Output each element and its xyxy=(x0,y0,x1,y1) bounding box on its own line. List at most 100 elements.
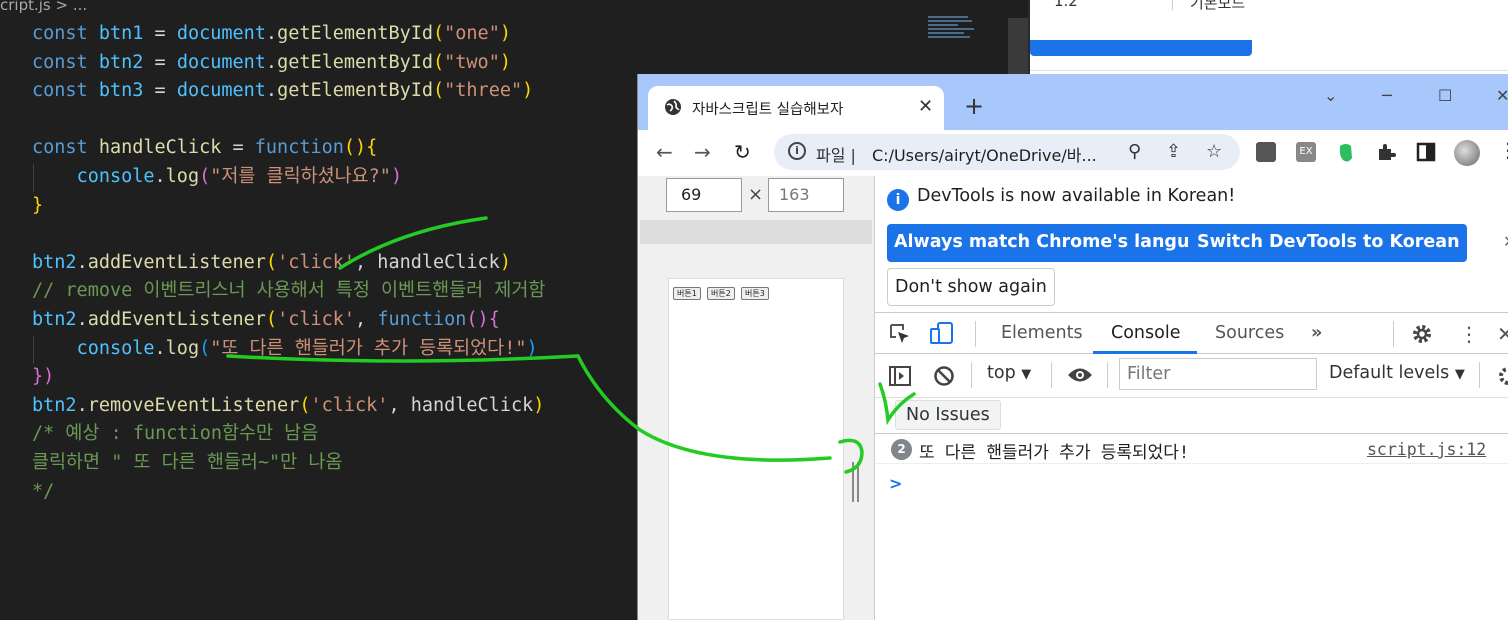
code-line[interactable]: const handleClick = function(){ xyxy=(32,134,545,163)
site-info-icon[interactable]: i xyxy=(788,142,806,160)
chrome-menu-icon[interactable]: ⋮ xyxy=(1498,138,1508,162)
code-line[interactable]: btn2.addEventListener('click', function(… xyxy=(32,306,545,335)
code-line[interactable]: const btn2 = document.getElementById("tw… xyxy=(32,49,545,78)
code-line[interactable]: */ xyxy=(32,478,545,507)
repeat-count-badge: 2 xyxy=(891,439,912,460)
code-token: } xyxy=(32,194,44,216)
tab-elements[interactable]: Elements xyxy=(1001,323,1083,343)
sidebar-toggle-icon[interactable] xyxy=(889,365,911,387)
code-token: }) xyxy=(32,366,55,388)
code-line[interactable]: const btn1 = document.getElementById("on… xyxy=(32,20,545,49)
minimap[interactable] xyxy=(928,16,976,52)
log-levels-select[interactable]: Default levels ▼ xyxy=(1329,363,1465,383)
address-bar[interactable]: i 파일 | C:/Users/airyt/OneDrive/바... ⚲ ⇪ … xyxy=(774,134,1240,170)
console-prompt-icon[interactable]: > xyxy=(889,474,902,493)
code-line[interactable]: btn2.removeEventListener('click', handle… xyxy=(32,392,545,421)
console-filter-input[interactable]: Filter xyxy=(1119,358,1317,390)
editor-scrollbar[interactable] xyxy=(1008,18,1028,74)
reload-icon[interactable]: ↻ xyxy=(734,140,751,164)
log-source-link[interactable]: script.js:12 xyxy=(1367,440,1486,459)
inspect-element-icon[interactable] xyxy=(889,323,911,345)
viewport-width-input[interactable]: 69 xyxy=(666,178,742,212)
clear-console-icon[interactable] xyxy=(933,365,955,387)
breadcrumb[interactable]: cript.js > ... xyxy=(0,0,87,14)
code-line[interactable]: console.log("또 다른 핸들러가 추가 등록되었다!") xyxy=(32,335,545,364)
issues-bar: No Issues xyxy=(875,398,1508,434)
zoom-icon[interactable]: ⚲ xyxy=(1128,141,1141,162)
code-token: , handleClick xyxy=(388,394,534,416)
page-viewport: 69 × 163 버튼1 버튼2 버튼3 xyxy=(638,176,874,620)
tab-console[interactable]: Console xyxy=(1111,323,1180,343)
devtools-menu-icon[interactable]: ⋮ xyxy=(1459,322,1479,346)
settings-gear-icon[interactable] xyxy=(1411,323,1433,345)
code-line[interactable]: const btn3 = document.getElementById("th… xyxy=(32,77,545,106)
code-token: (){ xyxy=(466,308,500,330)
code-token: ( xyxy=(433,23,445,44)
code-line[interactable]: /* 예상 : function함수만 남음 xyxy=(32,420,545,449)
minimize-button[interactable]: ─ xyxy=(1382,86,1392,105)
divider xyxy=(975,321,976,347)
code-line[interactable]: btn2.addEventListener('click', handleCli… xyxy=(32,249,545,278)
code-token: . xyxy=(76,308,88,330)
forward-icon[interactable]: → xyxy=(694,140,711,164)
new-tab-button[interactable]: + xyxy=(964,92,984,120)
page-button-2[interactable]: 버튼2 xyxy=(707,287,735,300)
puzzle-icon[interactable] xyxy=(1376,142,1396,162)
console-settings-gear-icon[interactable] xyxy=(1497,365,1508,387)
bookmark-star-icon[interactable]: ☆ xyxy=(1206,141,1222,162)
console-log-row[interactable]: 2 또 다른 핸들러가 추가 등록되었다! script.js:12 xyxy=(875,434,1508,464)
page-button-3[interactable]: 버튼3 xyxy=(741,287,769,300)
device-toolbar-icon[interactable] xyxy=(929,321,955,347)
tab-sources[interactable]: Sources xyxy=(1215,323,1284,343)
code-line[interactable] xyxy=(32,106,545,135)
always-match-language-button[interactable]: Always match Chrome's language xyxy=(887,224,1233,262)
divider xyxy=(1393,321,1394,347)
code-token: addEventListener xyxy=(87,308,266,330)
code-token: ) xyxy=(499,23,511,44)
code-line[interactable]: } xyxy=(32,192,545,221)
notice-close-icon[interactable]: ✕ xyxy=(1503,232,1508,251)
code-token: = xyxy=(143,80,177,102)
code-token: 클릭하면 " 또 다른 핸들러~"만 나옴 xyxy=(32,451,343,473)
code-line[interactable]: 클릭하면 " 또 다른 핸들러~"만 나옴 xyxy=(32,449,545,478)
code-token: getElementById xyxy=(277,51,433,73)
more-tabs-icon[interactable]: » xyxy=(1311,323,1322,343)
code-token: btn2 xyxy=(32,308,77,330)
close-devtools-icon[interactable]: ✕ xyxy=(1497,322,1508,346)
code-token: ( xyxy=(433,80,445,102)
viewport-height-input[interactable]: 163 xyxy=(768,178,844,212)
code-line[interactable]: // remove 이벤트리스너 사용해서 특정 이벤트핸들러 제거함 xyxy=(32,277,545,306)
page-button-1[interactable]: 버튼1 xyxy=(673,287,701,300)
tab-close-icon[interactable]: ✕ xyxy=(918,96,933,117)
code-lines[interactable]: const btn1 = document.getElementById("on… xyxy=(32,20,545,506)
extension-ex-icon[interactable]: EX xyxy=(1296,142,1316,162)
side-panel-icon[interactable] xyxy=(1416,142,1436,162)
maximize-button[interactable]: ☐ xyxy=(1438,86,1452,105)
avatar[interactable] xyxy=(1454,140,1480,166)
code-token: ) xyxy=(533,394,545,416)
address-url[interactable]: C:/Users/airyt/OneDrive/바... xyxy=(872,142,1097,166)
dont-show-again-button[interactable]: Don't show again xyxy=(887,268,1055,306)
tab-search-icon[interactable]: ⌄ xyxy=(1324,86,1337,105)
code-line[interactable] xyxy=(32,220,545,249)
code-token: removeEventListener xyxy=(87,394,300,416)
close-window-button[interactable]: ✕ xyxy=(1496,86,1508,105)
divider xyxy=(1051,362,1052,388)
browser-tab[interactable]: 자바스크립트 실습해보자 ✕ xyxy=(648,86,944,130)
code-line[interactable]: }) xyxy=(32,363,545,392)
code-line[interactable]: console.log("저를 클릭하셨나요?") xyxy=(32,163,545,192)
extension-icon[interactable] xyxy=(1256,142,1276,162)
dropdown-caret-icon: ▼ xyxy=(1454,367,1465,382)
context-select[interactable]: top ▼ xyxy=(987,363,1031,383)
code-token: "three" xyxy=(444,80,523,102)
background-text: 기본모드 xyxy=(1190,0,1246,12)
share-icon[interactable]: ⇪ xyxy=(1166,141,1181,162)
code-token: */ xyxy=(32,480,55,502)
no-issues-button[interactable]: No Issues xyxy=(895,400,1001,430)
live-expression-eye-icon[interactable] xyxy=(1067,366,1093,384)
code-token: = xyxy=(221,137,255,159)
evernote-icon[interactable] xyxy=(1336,142,1356,164)
switch-to-korean-button[interactable]: Switch DevTools to Korean xyxy=(1190,224,1467,262)
back-icon[interactable]: ← xyxy=(656,140,673,164)
resize-handle[interactable] xyxy=(852,462,860,502)
